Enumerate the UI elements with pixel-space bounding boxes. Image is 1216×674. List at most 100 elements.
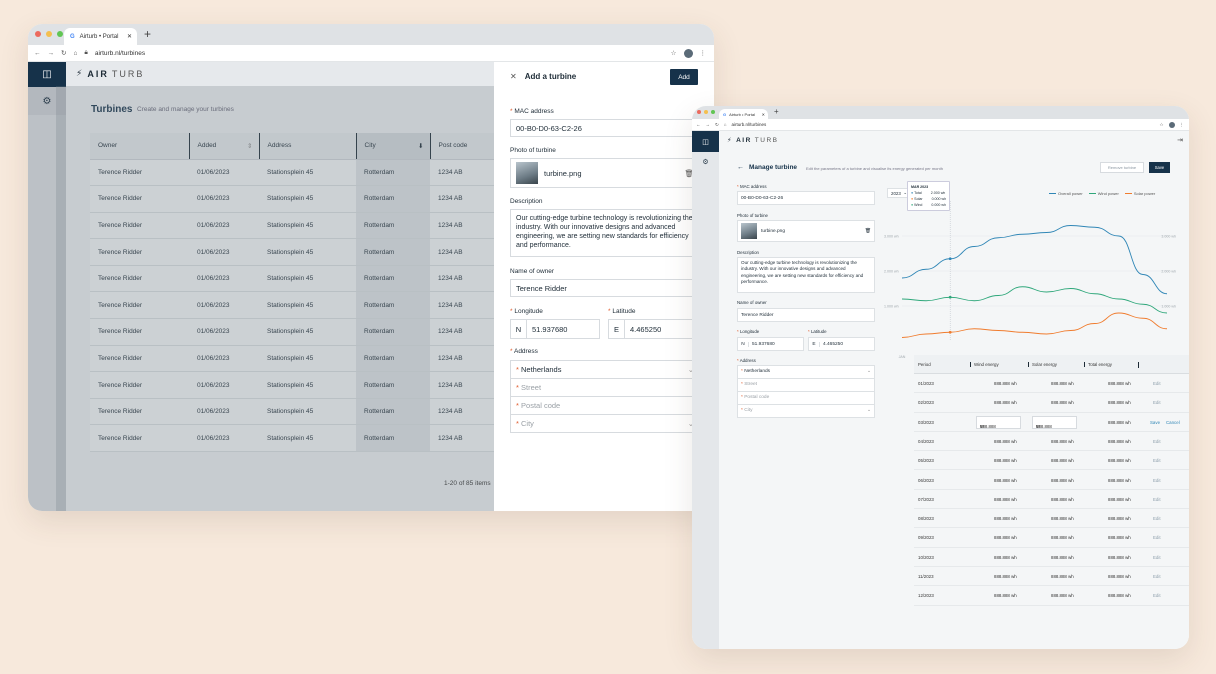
column-header-city[interactable]: City ⬇︎	[355, 133, 430, 160]
table-row[interactable]: Terence Ridder 01/06/2023 Stationsplein 45…	[90, 291, 502, 320]
table-row[interactable]: 06/2023 888.888 wh 888.888 wh 888.888 wh Edi…	[914, 471, 1189, 490]
logout-icon[interactable]: ⇥	[1177, 136, 1183, 144]
row-edit-link[interactable]: Edit	[1153, 497, 1161, 502]
avatar[interactable]	[683, 48, 693, 58]
table-row[interactable]: 09/2023 888.888 wh 888.888 wh 888.888 wh Edi…	[914, 528, 1189, 548]
description-field[interactable]: Our cutting-edge turbine technology is r…	[510, 209, 700, 257]
legend-item-wind[interactable]: Wind power	[1088, 191, 1119, 196]
row-edit-link[interactable]: Edit	[1153, 574, 1161, 579]
longitude-field[interactable]: N 51.937680	[510, 319, 600, 339]
forward-icon[interactable]: →	[48, 50, 55, 57]
table-row[interactable]: 11/2023 888.888 wh 888.888 wh 888.888 wh Edi…	[914, 567, 1189, 587]
table-row[interactable]: 02/2023 888.888 wh 888.888 wh 888.888 wh Edi…	[914, 393, 1189, 413]
street-input[interactable]: * Street	[737, 378, 875, 392]
wind-energy-input[interactable]: 888.888 W	[976, 415, 1021, 429]
legend-item-solar[interactable]: Solar power	[1124, 191, 1155, 196]
window-controls[interactable]	[697, 110, 715, 114]
table-row[interactable]: Terence Ridder 01/06/2023 Stationsplein 45…	[90, 371, 502, 399]
owner-field[interactable]: Terence Ridder	[510, 279, 700, 297]
back-icon[interactable]: ←	[34, 50, 41, 57]
back-arrow-icon[interactable]: ←	[737, 164, 744, 171]
more-icon[interactable]: ⋮	[1180, 122, 1185, 128]
column-header-owner[interactable]: Owner	[90, 133, 189, 160]
add-button[interactable]: Add	[670, 69, 698, 85]
row-edit-link[interactable]: Edit	[1153, 400, 1161, 405]
postal-code-input[interactable]: * Postal code	[510, 396, 700, 415]
city-select[interactable]: * City ⌄	[510, 414, 700, 433]
table-row[interactable]: 01/2023 888.888 wh 888.888 wh 888.888 wh Edi…	[914, 374, 1189, 394]
country-select[interactable]: * Netherlands ⌄	[737, 365, 875, 379]
column-header-added[interactable]: Added ⇕	[188, 133, 259, 160]
longitude-field[interactable]: N 51.937680	[737, 337, 804, 351]
new-tab-icon[interactable]: +	[144, 27, 151, 41]
latitude-field[interactable]: E 4.465250	[808, 337, 875, 351]
browser-tab[interactable]: G Airturb • Portal ✕	[719, 109, 768, 119]
photo-field[interactable]: turbine.png 🗑︎	[510, 158, 700, 188]
row-cancel-link[interactable]: Cancel	[1166, 420, 1180, 425]
trash-icon[interactable]: 🗑︎	[865, 229, 871, 234]
maximize-window-dot[interactable]	[57, 31, 63, 37]
solar-energy-input[interactable]: 888.888 W	[1032, 415, 1077, 429]
row-edit-link[interactable]: Edit	[1153, 593, 1161, 598]
table-row[interactable]: 10/2023 888.888 wh 888.888 wh 888.888 wh Edi…	[914, 548, 1189, 567]
city-select[interactable]: * City ⌄	[737, 404, 875, 418]
table-row[interactable]: Terence Ridder 01/06/2023 Stationsplein 45…	[90, 212, 502, 240]
home-icon[interactable]: ⌂	[73, 50, 77, 57]
table-row[interactable]: Terence Ridder 01/06/2023 Stationsplein 45…	[90, 265, 502, 293]
row-edit-link[interactable]: Edit	[1153, 458, 1161, 463]
reload-icon[interactable]: ↻	[61, 49, 66, 57]
back-icon[interactable]: ←	[696, 122, 701, 127]
browser-tab[interactable]: G Airturb • Portal ✕	[64, 28, 137, 45]
row-edit-link[interactable]: Edit	[1153, 535, 1161, 540]
remove-turbine-button[interactable]: Remove turbine	[1100, 162, 1144, 173]
row-edit-link[interactable]: Edit	[1153, 381, 1161, 386]
table-row[interactable]: Terence Ridder 01/06/2023 Stationsplein 45…	[90, 424, 502, 453]
table-row[interactable]: Terence Ridder 01/06/2023 Stationsplein 45…	[90, 185, 502, 213]
forward-icon[interactable]: →	[706, 122, 711, 127]
table-row[interactable]: 07/2023 888.888 wh 888.888 wh 888.888 wh Edi…	[914, 490, 1189, 510]
minimize-window-dot[interactable]	[46, 31, 52, 37]
sort-icon[interactable]: ⇕	[247, 142, 252, 150]
legend-item-overall[interactable]: Overall power	[1049, 191, 1083, 196]
row-save-link[interactable]: Save	[1150, 420, 1160, 425]
avatar[interactable]	[1168, 121, 1175, 128]
table-row[interactable]: Terence Ridder 01/06/2023 Stationsplein 45…	[90, 238, 502, 266]
row-edit-link[interactable]: Edit	[1153, 478, 1161, 483]
sidebar-item-settings[interactable]: ⚙	[692, 152, 719, 171]
sort-desc-icon[interactable]: ⬇︎	[418, 142, 423, 150]
country-select[interactable]: * Netherlands ⌄	[510, 360, 700, 379]
row-edit-link[interactable]: Edit	[1153, 439, 1161, 444]
street-input[interactable]: * Street	[510, 378, 700, 397]
data-point-wind[interactable]	[948, 295, 952, 299]
data-point-overall[interactable]	[948, 257, 952, 261]
table-row[interactable]: 04/2023 888.888 wh 888.888 wh 888.888 wh Edi…	[914, 432, 1189, 452]
close-icon[interactable]: ✕	[510, 72, 517, 81]
owner-field[interactable]: Terence Ridder	[737, 308, 875, 322]
save-button[interactable]: Save	[1149, 162, 1170, 173]
table-row[interactable]: Terence Ridder 01/06/2023 Stationsplein 45…	[90, 159, 502, 187]
data-point-solar[interactable]	[948, 330, 952, 334]
close-window-dot[interactable]	[697, 110, 701, 114]
postal-code-input[interactable]: * Postal code	[737, 391, 875, 405]
table-row[interactable]: 03/2023 888.888 W 888.888 W 888.888 wh Save Can…	[914, 413, 1189, 432]
table-row[interactable]: Terence Ridder 01/06/2023 Stationsplein 45…	[90, 345, 502, 373]
photo-field[interactable]: turbine.png 🗑︎	[737, 220, 875, 242]
description-field[interactable]: Our cutting-edge turbine technology is r…	[737, 257, 875, 293]
column-header-postcode[interactable]: Post code	[429, 133, 502, 160]
sidebar-item-settings[interactable]: ⚙	[28, 87, 66, 115]
mac-field[interactable]: 00-B0-D0-63-C2-26	[737, 191, 875, 205]
star-icon[interactable]: ☆	[1159, 122, 1163, 128]
url-text[interactable]: airturb.nl/turbines	[95, 50, 145, 57]
close-window-dot[interactable]	[35, 31, 41, 37]
table-row[interactable]: Terence Ridder 01/06/2023 Stationsplein 45…	[90, 398, 502, 426]
minimize-window-dot[interactable]	[704, 110, 708, 114]
home-icon[interactable]: ⌂	[724, 122, 727, 127]
row-edit-link[interactable]: Edit	[1153, 555, 1161, 560]
table-row[interactable]: 05/2023 888.888 wh 888.888 wh 888.888 wh Edi…	[914, 451, 1189, 471]
latitude-field[interactable]: E 4.465250	[608, 319, 700, 339]
maximize-window-dot[interactable]	[711, 110, 715, 114]
new-tab-icon[interactable]: +	[774, 107, 779, 116]
table-row[interactable]: Terence Ridder 01/06/2023 Stationsplein 45…	[90, 318, 502, 346]
sidebar-item-turbines[interactable]: ◫	[28, 62, 66, 87]
table-row[interactable]: 08/2023 888.888 wh 888.888 wh 888.888 wh Edi…	[914, 509, 1189, 529]
